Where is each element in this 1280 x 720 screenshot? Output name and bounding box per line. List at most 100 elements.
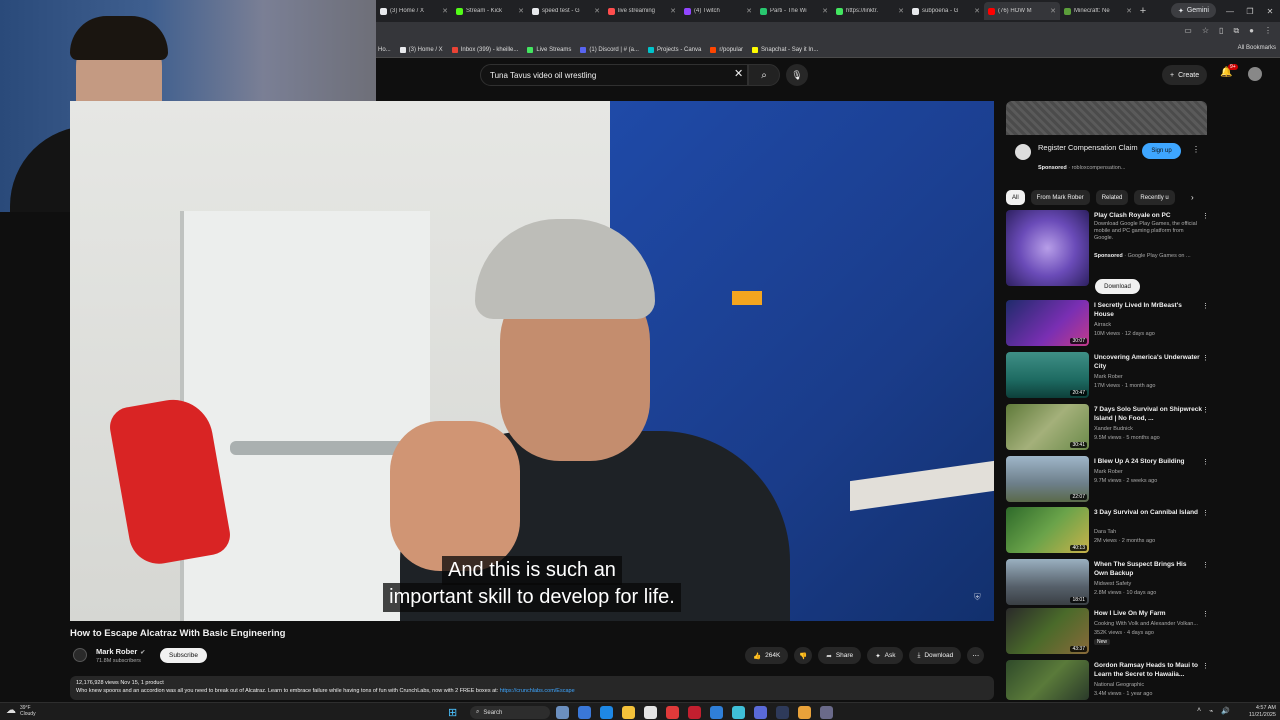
video-item-channel[interactable]: Mark Rober: [1094, 469, 1123, 475]
store-app-icon[interactable]: [644, 706, 657, 719]
more-actions-button[interactable]: ⋯: [967, 647, 985, 664]
app-icon[interactable]: [666, 706, 679, 719]
video-thumbnail[interactable]: [1006, 660, 1089, 700]
video-thumbnail[interactable]: 18:01: [1006, 559, 1089, 605]
video-item-title[interactable]: 3 Day Survival on Cannibal Island: [1094, 508, 1202, 517]
list-item[interactable]: 22:07 I Blew Up A 24 Story Building Mark…: [1006, 456, 1211, 504]
sponsored-ad[interactable]: Register Compensation Claim Sponsored · …: [1006, 140, 1207, 178]
close-icon[interactable]: ✕: [746, 7, 752, 15]
close-icon[interactable]: ✕: [442, 7, 448, 15]
like-button[interactable]: 👍 264K: [745, 647, 789, 664]
close-icon[interactable]: ✕: [670, 7, 676, 15]
close-icon[interactable]: ✕: [1050, 7, 1056, 15]
chip-recently-uploaded[interactable]: Recently u: [1134, 190, 1175, 205]
profile-icon[interactable]: ●: [1249, 26, 1254, 36]
video-thumbnail[interactable]: 40:13: [1006, 507, 1089, 553]
maximize-icon[interactable]: ❐: [1240, 7, 1260, 16]
promo-thumbnail[interactable]: [1006, 210, 1089, 286]
close-icon[interactable]: ✕: [974, 7, 980, 15]
close-icon[interactable]: ✕: [822, 7, 828, 15]
more-vertical-icon[interactable]: ⋮: [1202, 561, 1209, 569]
settings-app-icon[interactable]: [820, 706, 833, 719]
minimize-icon[interactable]: —: [1220, 7, 1240, 16]
more-vertical-icon[interactable]: ⋮: [1202, 662, 1209, 670]
video-item-channel[interactable]: Xander Budnick: [1094, 426, 1133, 432]
browser-tab[interactable]: https://linktr. ✕: [832, 2, 908, 20]
bookmark-item[interactable]: (3) Home / X: [399, 46, 443, 53]
download-button[interactable]: ⤓ Download: [909, 647, 962, 664]
channel-watermark-icon[interactable]: ⛨: [974, 592, 981, 603]
task-view-icon[interactable]: [578, 706, 591, 719]
extensions-icon[interactable]: ⧉: [1233, 26, 1239, 36]
video-thumbnail[interactable]: 43:37: [1006, 608, 1089, 654]
chip-from-channel[interactable]: From Mark Rober: [1030, 190, 1090, 205]
edge-app-icon[interactable]: [600, 706, 613, 719]
list-item[interactable]: 30:07 I Secretly Lived In MrBeast's Hous…: [1006, 300, 1211, 348]
list-item[interactable]: Gordon Ramsay Heads to Maui to Learn the…: [1006, 660, 1211, 700]
app-icon[interactable]: [754, 706, 767, 719]
description-link[interactable]: https://crunchlabs.com/Escape: [500, 688, 575, 694]
video-thumbnail[interactable]: 30:41: [1006, 404, 1089, 450]
app-icon[interactable]: [732, 706, 745, 719]
network-icon[interactable]: ⌁: [1209, 707, 1213, 715]
more-vertical-icon[interactable]: ⋮: [1202, 610, 1209, 618]
browser-tab[interactable]: Stream - Kick ✕: [452, 2, 528, 20]
promo-title[interactable]: Play Clash Royale on PC: [1094, 211, 1202, 220]
browser-tab[interactable]: subpoena - G ✕: [908, 2, 984, 20]
video-item-channel[interactable]: Cooking With Volk and Alexander Volkan..…: [1094, 621, 1198, 627]
close-icon[interactable]: ✕: [518, 7, 524, 15]
more-vertical-icon[interactable]: ⋮: [1202, 509, 1209, 517]
ad-title[interactable]: Register Compensation Claim: [1038, 143, 1138, 153]
bookmark-item[interactable]: Projects - Canva: [647, 46, 701, 53]
video-item-channel[interactable]: Airrack: [1094, 322, 1111, 328]
clear-search-icon[interactable]: ✕: [734, 67, 743, 80]
ad-banner-image[interactable]: [1006, 101, 1207, 135]
app-icon[interactable]: [688, 706, 701, 719]
bookmark-item[interactable]: Snapchat - Say it In...: [752, 46, 818, 53]
subscribe-button[interactable]: Subscribe: [160, 648, 207, 663]
share-button[interactable]: ➦ Share: [818, 647, 862, 664]
list-item[interactable]: 18:01 When The Suspect Brings His Own Ba…: [1006, 559, 1211, 607]
file-explorer-icon[interactable]: [622, 706, 635, 719]
video-item-channel[interactable]: Mark Rober: [1094, 374, 1123, 380]
video-item-channel[interactable]: Midwest Safety: [1094, 581, 1131, 587]
video-item-title[interactable]: Gordon Ramsay Heads to Maui to Learn the…: [1094, 661, 1202, 679]
close-icon[interactable]: ✕: [1126, 7, 1132, 15]
bookmark-item[interactable]: Live Streams: [527, 46, 571, 53]
video-item-title[interactable]: How I Live On My Farm: [1094, 609, 1202, 618]
browser-tab[interactable]: Minecraft: Ne ✕: [1060, 2, 1136, 20]
dislike-button[interactable]: 👎: [794, 647, 813, 664]
video-thumbnail[interactable]: 20:47: [1006, 352, 1089, 398]
new-tab-button[interactable]: +: [1136, 5, 1150, 17]
chevron-up-icon[interactable]: ˄: [1197, 707, 1201, 715]
video-thumbnail[interactable]: 22:07: [1006, 456, 1089, 502]
video-item-title[interactable]: I Secretly Lived In MrBeast's House: [1094, 301, 1202, 319]
steam-app-icon[interactable]: [776, 706, 789, 719]
video-item-channel[interactable]: Dara Tah: [1094, 529, 1116, 535]
bookmark-item[interactable]: r/popular: [710, 46, 743, 53]
video-item-channel[interactable]: National Geographic: [1094, 682, 1144, 688]
promo-download-button[interactable]: Download: [1095, 279, 1140, 294]
weather-widget[interactable]: ☁ 39°F Cloudy: [6, 705, 36, 717]
widgets-app-icon[interactable]: [556, 706, 569, 719]
bookmark-star-icon[interactable]: ☆: [1202, 26, 1209, 36]
chevron-right-icon[interactable]: ›: [1191, 193, 1194, 202]
search-input[interactable]: Tuna Tavus video oil wrestling: [480, 64, 748, 86]
video-description[interactable]: 12,176,928 views Nov 15, 1 product Who k…: [70, 676, 994, 700]
more-vertical-icon[interactable]: ⋮: [1202, 406, 1209, 414]
browser-tab[interactable]: (3) Home / X ✕: [376, 2, 452, 20]
list-item[interactable]: 43:37 How I Live On My Farm Cooking With…: [1006, 608, 1211, 656]
taskbar-clock[interactable]: 4:57 AM 11/21/2025: [1249, 705, 1276, 719]
all-bookmarks[interactable]: All Bookmarks: [1238, 45, 1276, 51]
ask-button[interactable]: ✦ Ask: [867, 647, 904, 664]
close-window-icon[interactable]: ✕: [1260, 7, 1280, 16]
video-thumbnail[interactable]: 30:07: [1006, 300, 1089, 346]
search-button[interactable]: ⌕: [748, 64, 780, 86]
channel-name[interactable]: Mark Rober: [96, 647, 137, 656]
browser-tab[interactable]: Parti - The Wi ✕: [756, 2, 832, 20]
video-player[interactable]: And this is such an important skill to d…: [70, 101, 994, 621]
sidebar-icon[interactable]: ▯: [1219, 26, 1223, 36]
chrome-app-icon[interactable]: [798, 706, 811, 719]
browser-tab[interactable]: speed test - G ✕: [528, 2, 604, 20]
volume-icon[interactable]: 🔊: [1221, 707, 1230, 715]
